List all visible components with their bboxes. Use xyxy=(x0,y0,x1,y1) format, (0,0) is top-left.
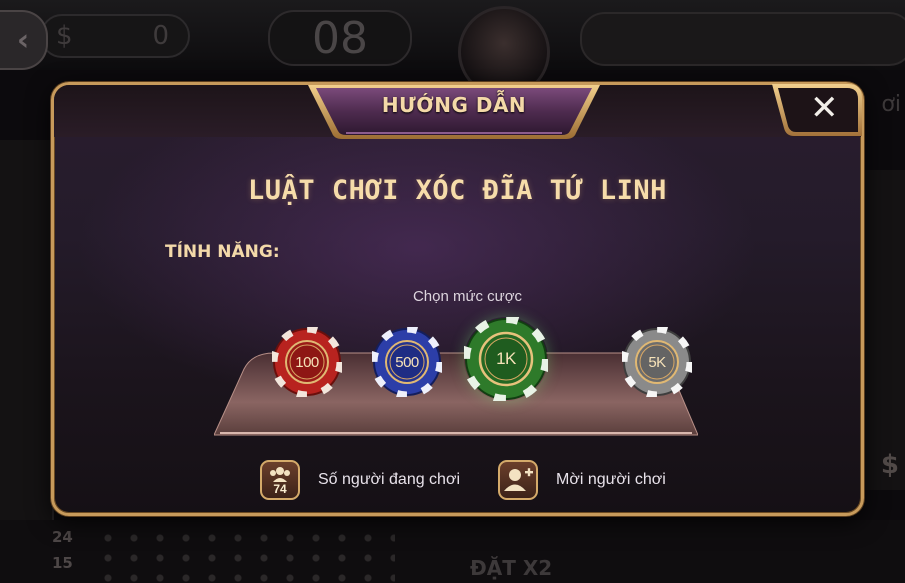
invite-player-button[interactable] xyxy=(498,460,538,500)
dollar-icon[interactable]: $ xyxy=(881,450,899,480)
history-numbers: 24 15 xyxy=(52,524,73,576)
chip-1k[interactable]: 1K xyxy=(464,317,548,401)
close-button[interactable]: ✕ xyxy=(772,82,864,138)
chip-value: 100 xyxy=(295,353,319,371)
chip-value: 500 xyxy=(395,353,419,371)
features-heading: TÍNH NĂNG: xyxy=(165,242,280,262)
chip-5k[interactable]: 5K xyxy=(622,327,692,397)
chip-100[interactable]: 100 xyxy=(272,327,342,397)
right-side-panel xyxy=(861,170,905,490)
back-button[interactable]: ‹ xyxy=(0,10,48,70)
chip-500[interactable]: 500 xyxy=(372,327,442,397)
balance-value: 0 xyxy=(152,21,170,51)
invite-players-feature: Mời người chơi xyxy=(498,460,666,500)
chip-tray: 100 500 1K 5K xyxy=(214,317,698,437)
chip-value: 5K xyxy=(648,353,666,371)
timer: 08 xyxy=(268,10,412,66)
players-count: 74 xyxy=(273,482,287,496)
left-side-panel xyxy=(0,140,54,520)
help-dialog: HƯỚNG DẪN ✕ LUẬT CHƠI XÓC ĐĨA TỨ LINH TÍ… xyxy=(51,82,864,516)
choose-bet-label: Chọn mức cược xyxy=(412,288,523,305)
top-right-panel xyxy=(580,12,905,66)
chip-value: 1K xyxy=(496,349,516,368)
add-user-icon xyxy=(504,468,533,491)
dialog-title: HƯỚNG DẪN xyxy=(381,93,527,117)
history-number: 15 xyxy=(52,554,73,572)
bet-x2-label[interactable]: ĐẶT X2 xyxy=(470,556,552,580)
invite-players-label: Mời người chơi xyxy=(556,471,666,488)
background-text: ơi xyxy=(881,92,901,117)
rules-title: LUẬT CHƠI XÓC ĐĨA TỨ LINH xyxy=(248,175,667,206)
coin-icon: $ xyxy=(56,21,73,51)
players-online-label: Số người đang chơi xyxy=(318,471,460,488)
balance-pill: $ 0 xyxy=(40,14,190,58)
dialog-title-plaque: HƯỚNG DẪN xyxy=(306,83,602,141)
history-number: 24 xyxy=(52,528,73,546)
close-icon[interactable]: ✕ xyxy=(810,88,839,128)
back-arrow-icon: ‹ xyxy=(16,22,30,58)
players-count-button[interactable]: 74 xyxy=(260,460,300,500)
players-online-feature: 74 Số người đang chơi xyxy=(260,460,460,500)
history-dots xyxy=(95,528,395,583)
